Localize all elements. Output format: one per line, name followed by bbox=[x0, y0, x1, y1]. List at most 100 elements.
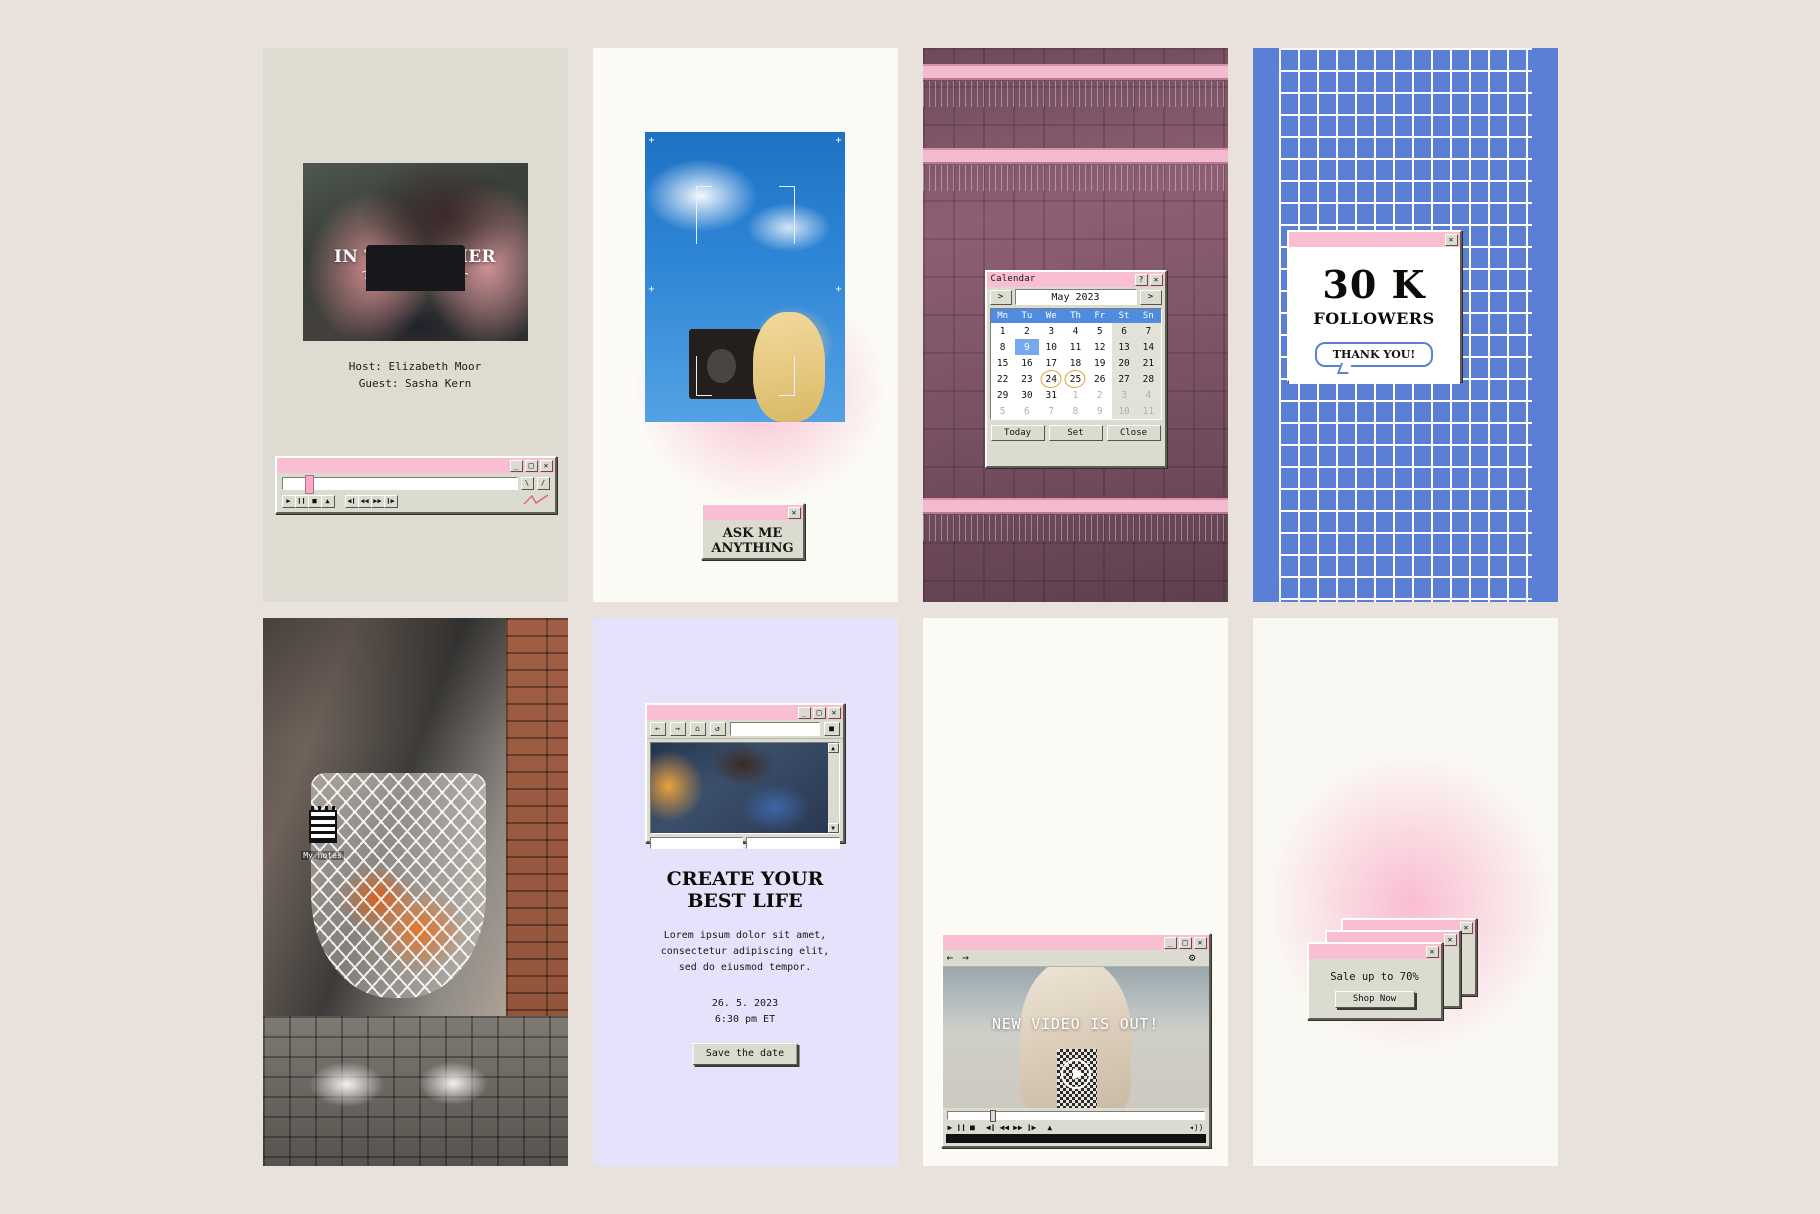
minimize-button[interactable]: _ bbox=[1163, 936, 1177, 949]
forward-button[interactable]: → bbox=[669, 722, 686, 736]
stop-button[interactable]: ■ bbox=[307, 495, 322, 508]
close-button[interactable]: ✕ bbox=[1193, 936, 1207, 949]
calendar-day-cell[interactable]: 7 bbox=[1039, 403, 1063, 419]
close-button[interactable]: ✕ bbox=[1444, 233, 1458, 246]
next-track-button[interactable]: ❙▶ bbox=[1027, 1123, 1037, 1132]
back-button[interactable]: ← bbox=[649, 722, 666, 736]
previous-track-button[interactable]: ◀❙ bbox=[986, 1123, 996, 1132]
save-the-date-button[interactable]: Save the date bbox=[692, 1043, 798, 1065]
followers-titlebar[interactable]: ✕ bbox=[1288, 232, 1460, 247]
calendar-day-cell[interactable]: 25 bbox=[1063, 371, 1087, 387]
calendar-day-cell[interactable]: 6 bbox=[1111, 323, 1137, 339]
next-month-button[interactable]: > bbox=[1139, 289, 1162, 305]
calendar-day-cell[interactable]: 31 bbox=[1039, 387, 1063, 403]
help-button[interactable]: ? bbox=[1134, 273, 1148, 286]
folder-icon[interactable]: ■ bbox=[823, 722, 840, 736]
fast-forward-button[interactable]: ▶▶ bbox=[1013, 1123, 1023, 1132]
calendar-day-cell[interactable]: 16 bbox=[1015, 355, 1039, 371]
calendar-day-cell[interactable]: 12 bbox=[1088, 339, 1112, 355]
calendar-day-cell[interactable]: 10 bbox=[1111, 403, 1137, 419]
calendar-day-cell[interactable]: 1 bbox=[991, 323, 1015, 339]
calendar-titlebar[interactable]: Calendar ? ✕ bbox=[986, 272, 1165, 287]
calendar-day-cell[interactable]: 23 bbox=[1015, 371, 1039, 387]
stop-button[interactable]: ■ bbox=[970, 1123, 975, 1132]
minimize-button[interactable]: _ bbox=[797, 706, 811, 719]
calendar-day-cell[interactable]: 5 bbox=[1088, 323, 1112, 339]
calendar-day-cell[interactable]: 8 bbox=[991, 339, 1015, 355]
pause-button[interactable]: ❙❙ bbox=[294, 495, 309, 508]
close-button[interactable]: ✕ bbox=[1459, 921, 1473, 934]
calendar-day-cell[interactable]: 30 bbox=[1015, 387, 1039, 403]
calendar-day-cell[interactable]: 7 bbox=[1136, 323, 1161, 339]
desktop-icon-my-notes[interactable]: My_notes bbox=[295, 806, 351, 862]
calendar-day-cell[interactable]: 20 bbox=[1111, 355, 1137, 371]
video-titlebar[interactable]: _ □ ✕ bbox=[942, 935, 1209, 950]
pause-button[interactable]: ❙❙ bbox=[956, 1123, 966, 1132]
seek-step-forward-button[interactable]: / bbox=[536, 477, 550, 490]
calendar-day-cell[interactable]: 28 bbox=[1136, 371, 1161, 387]
calendar-day-cell[interactable]: 5 bbox=[991, 403, 1015, 419]
minimize-button[interactable]: _ bbox=[509, 459, 523, 472]
video-progress-knob[interactable] bbox=[989, 1110, 996, 1122]
calendar-day-cell[interactable]: 19 bbox=[1088, 355, 1112, 371]
set-button[interactable]: Set bbox=[1048, 425, 1103, 441]
calendar-day-cell[interactable]: 4 bbox=[1063, 323, 1087, 339]
calendar-day-cell[interactable]: 3 bbox=[1039, 323, 1063, 339]
calendar-day-cell[interactable]: 29 bbox=[991, 387, 1015, 403]
next-track-button[interactable]: ❙▶ bbox=[383, 495, 398, 508]
close-button[interactable]: ✕ bbox=[539, 459, 553, 472]
play-button[interactable]: ▶ bbox=[281, 495, 296, 508]
maximize-button[interactable]: □ bbox=[812, 706, 826, 719]
calendar-day-cell[interactable]: 27 bbox=[1111, 371, 1137, 387]
calendar-day-cell[interactable]: 14 bbox=[1136, 339, 1161, 355]
calendar-day-cell[interactable]: 11 bbox=[1136, 403, 1161, 419]
vertical-scrollbar[interactable]: ▲ ▼ bbox=[827, 743, 839, 833]
back-icon[interactable]: ← bbox=[947, 952, 954, 964]
calendar-day-cell[interactable]: 8 bbox=[1063, 403, 1087, 419]
calendar-day-cell[interactable]: 9 bbox=[1088, 403, 1112, 419]
fast-forward-button[interactable]: ▶▶ bbox=[370, 495, 385, 508]
close-footer-button[interactable]: Close bbox=[1106, 425, 1161, 441]
scroll-down-icon[interactable]: ▼ bbox=[827, 823, 839, 833]
calendar-day-cell[interactable]: 24 bbox=[1039, 371, 1063, 387]
close-button[interactable]: ✕ bbox=[787, 506, 801, 519]
calendar-day-cell[interactable]: 2 bbox=[1088, 387, 1112, 403]
video-screen[interactable]: NEW VIDEO IS OUT! bbox=[942, 967, 1209, 1108]
rewind-button[interactable]: ◀◀ bbox=[999, 1123, 1009, 1132]
calendar-day-cell[interactable]: 10 bbox=[1039, 339, 1063, 355]
home-icon[interactable]: ⌂ bbox=[689, 722, 706, 736]
audio-seek-bar[interactable] bbox=[281, 475, 518, 494]
calendar-day-cell[interactable]: 21 bbox=[1136, 355, 1161, 371]
calendar-day-cell[interactable]: 17 bbox=[1039, 355, 1063, 371]
calendar-day-cell[interactable]: 9 bbox=[1014, 339, 1040, 355]
reload-icon[interactable]: ↺ bbox=[709, 722, 726, 736]
close-button[interactable]: ✕ bbox=[1425, 945, 1439, 958]
today-button[interactable]: Today bbox=[990, 425, 1045, 441]
video-progress-bar[interactable] bbox=[946, 1110, 1205, 1122]
calendar-day-cell[interactable]: 3 bbox=[1111, 387, 1137, 403]
play-icon[interactable] bbox=[1060, 1059, 1091, 1089]
prev-month-button[interactable]: > bbox=[989, 289, 1012, 305]
close-button[interactable]: ✕ bbox=[1149, 273, 1163, 286]
calendar-day-cell[interactable]: 2 bbox=[1015, 323, 1039, 339]
eject-button[interactable]: ▲ bbox=[320, 495, 335, 508]
forward-icon[interactable]: → bbox=[962, 952, 969, 964]
close-button[interactable]: ✕ bbox=[1443, 933, 1457, 946]
scroll-up-icon[interactable]: ▲ bbox=[827, 743, 839, 753]
close-button[interactable]: ✕ bbox=[827, 706, 841, 719]
play-button[interactable]: ▶ bbox=[948, 1123, 953, 1132]
calendar-day-cell[interactable]: 15 bbox=[991, 355, 1015, 371]
calendar-day-cell[interactable]: 1 bbox=[1063, 387, 1087, 403]
calendar-day-cell[interactable]: 26 bbox=[1088, 371, 1112, 387]
maximize-button[interactable]: □ bbox=[1178, 936, 1192, 949]
calendar-day-cell[interactable]: 11 bbox=[1063, 339, 1087, 355]
audio-player-titlebar[interactable]: _ □ ✕ bbox=[276, 458, 555, 473]
maximize-button[interactable]: □ bbox=[524, 459, 538, 472]
calendar-day-cell[interactable]: 18 bbox=[1063, 355, 1087, 371]
calendar-day-cell[interactable]: 6 bbox=[1015, 403, 1039, 419]
calendar-day-cell[interactable]: 22 bbox=[991, 371, 1015, 387]
calendar-day-cell[interactable]: 13 bbox=[1111, 339, 1137, 355]
volume-icon[interactable]: ◂)) bbox=[1189, 1123, 1203, 1132]
audio-seek-knob[interactable] bbox=[304, 475, 314, 494]
browser-titlebar[interactable]: _ □ ✕ bbox=[646, 705, 843, 720]
